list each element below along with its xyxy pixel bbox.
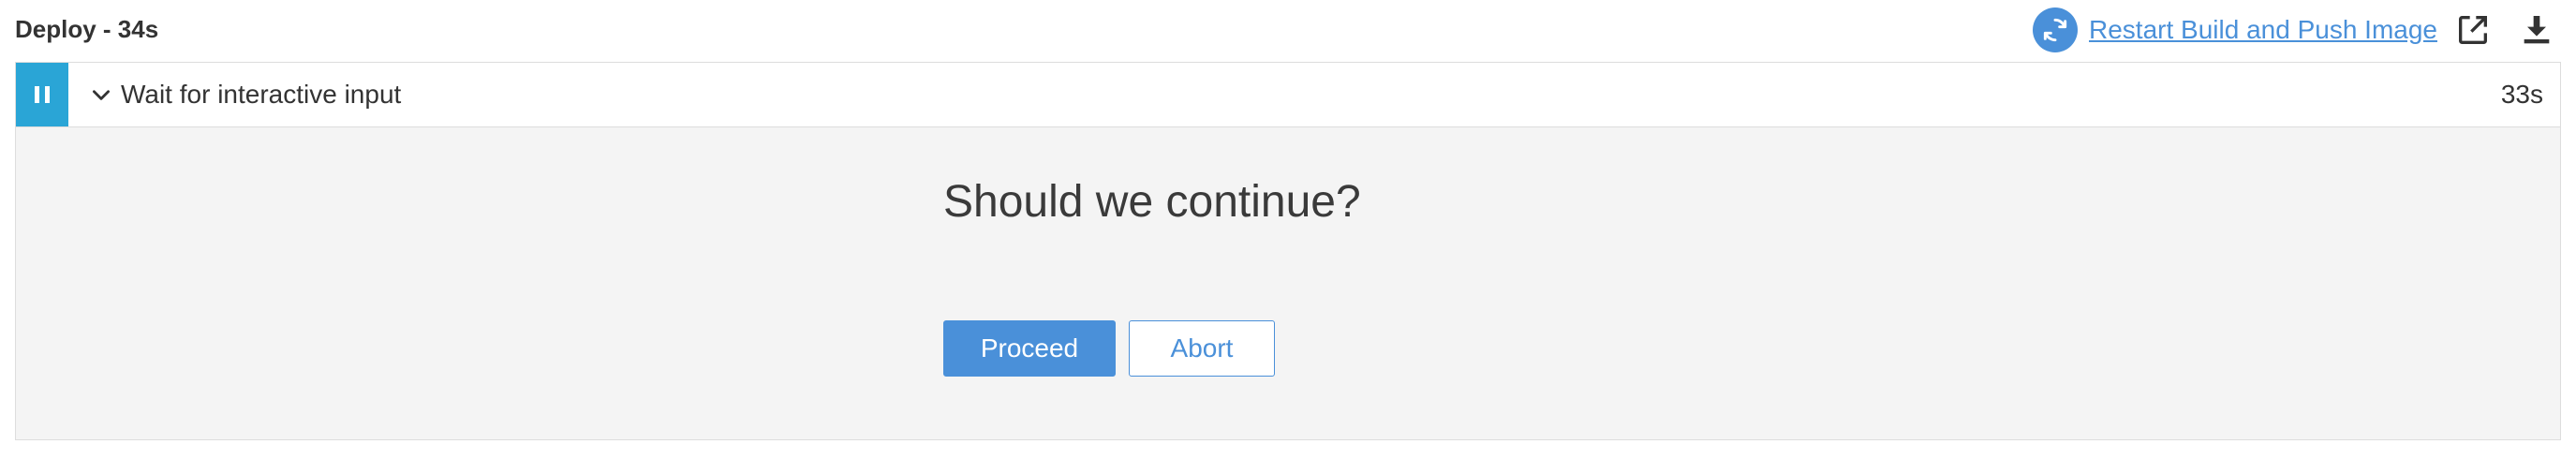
input-message: Should we continue? xyxy=(943,177,1361,227)
step-duration: 33s xyxy=(2500,80,2543,109)
external-link-icon[interactable] xyxy=(2454,11,2492,49)
refresh-icon[interactable] xyxy=(2033,7,2078,52)
restart-action[interactable]: Restart Build and Push Image xyxy=(2033,7,2437,52)
chevron-down-icon[interactable] xyxy=(89,82,113,107)
download-icon[interactable] xyxy=(2518,11,2555,49)
run-header: Deploy - 34s Restart Build and Push Imag… xyxy=(0,0,2576,58)
pause-icon xyxy=(16,63,68,126)
step-label: Wait for interactive input xyxy=(121,80,402,109)
page-title: Deploy - 34s xyxy=(15,15,159,43)
abort-button[interactable]: Abort xyxy=(1129,320,1275,377)
restart-build-link[interactable]: Restart Build and Push Image xyxy=(2089,15,2437,45)
input-panel: Should we continue? Proceed Abort xyxy=(15,127,2561,440)
proceed-button[interactable]: Proceed xyxy=(943,320,1116,377)
step-row[interactable]: Wait for interactive input 33s xyxy=(15,62,2561,127)
